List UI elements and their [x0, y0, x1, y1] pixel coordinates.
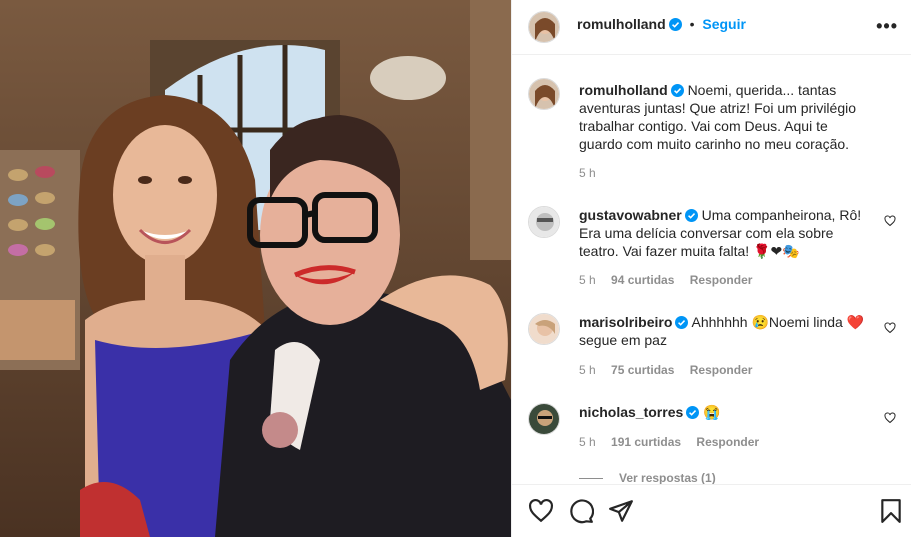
- comment-avatar[interactable]: [528, 313, 560, 345]
- comment-text: 😭: [703, 404, 721, 420]
- like-comment-heart-icon[interactable]: [884, 215, 896, 227]
- author-avatar[interactable]: [528, 11, 560, 43]
- comment-likes[interactable]: 94 curtidas: [611, 273, 674, 287]
- comment-time: 5 h: [579, 363, 596, 377]
- reply-button[interactable]: Responder: [690, 363, 753, 377]
- caption-time: 5 h: [579, 166, 596, 180]
- verified-badge-icon: [670, 84, 684, 97]
- comment-username[interactable]: gustavowabner: [579, 207, 682, 223]
- post-side-panel: romulholland • Seguir ••• romulholland N…: [511, 0, 911, 537]
- verified-badge-icon: [686, 406, 700, 419]
- view-replies-link[interactable]: Ver respostas (1): [579, 471, 716, 485]
- comment-username[interactable]: marisolribeiro: [579, 314, 672, 330]
- reply-button[interactable]: Responder: [690, 273, 753, 287]
- comment-time: 5 h: [579, 273, 596, 287]
- post-photo[interactable]: [0, 0, 511, 537]
- share-send-icon[interactable]: [608, 498, 634, 524]
- post-actions-bar: [512, 484, 911, 537]
- post-header: romulholland • Seguir •••: [512, 0, 911, 55]
- like-comment-heart-icon[interactable]: [884, 412, 896, 424]
- like-heart-icon[interactable]: [528, 498, 554, 524]
- author-username[interactable]: romulholland: [577, 16, 666, 32]
- caption-username[interactable]: romulholland: [579, 82, 668, 98]
- comment-avatar[interactable]: [528, 403, 560, 435]
- reply-button[interactable]: Responder: [696, 435, 759, 449]
- comment-bubble-icon[interactable]: [568, 498, 594, 524]
- view-replies-label: Ver respostas (1): [619, 471, 716, 485]
- bookmark-save-icon[interactable]: [878, 498, 904, 524]
- comment-likes[interactable]: 191 curtidas: [611, 435, 681, 449]
- comment-username[interactable]: nicholas_torres: [579, 404, 683, 420]
- replies-divider-line: [579, 478, 603, 480]
- comment-time: 5 h: [579, 435, 596, 449]
- separator-dot: •: [689, 16, 695, 32]
- comment-likes[interactable]: 75 curtidas: [611, 363, 674, 377]
- more-options-icon[interactable]: •••: [876, 16, 898, 37]
- verified-badge-icon: [668, 18, 682, 31]
- verified-badge-icon: [684, 209, 698, 222]
- comment-avatar[interactable]: [528, 206, 560, 238]
- comments-list[interactable]: romulholland Noemi, querida... tantas av…: [512, 56, 911, 484]
- verified-badge-icon: [675, 316, 689, 329]
- follow-button[interactable]: Seguir: [702, 16, 746, 32]
- caption-avatar[interactable]: [528, 78, 560, 110]
- like-comment-heart-icon[interactable]: [884, 322, 896, 334]
